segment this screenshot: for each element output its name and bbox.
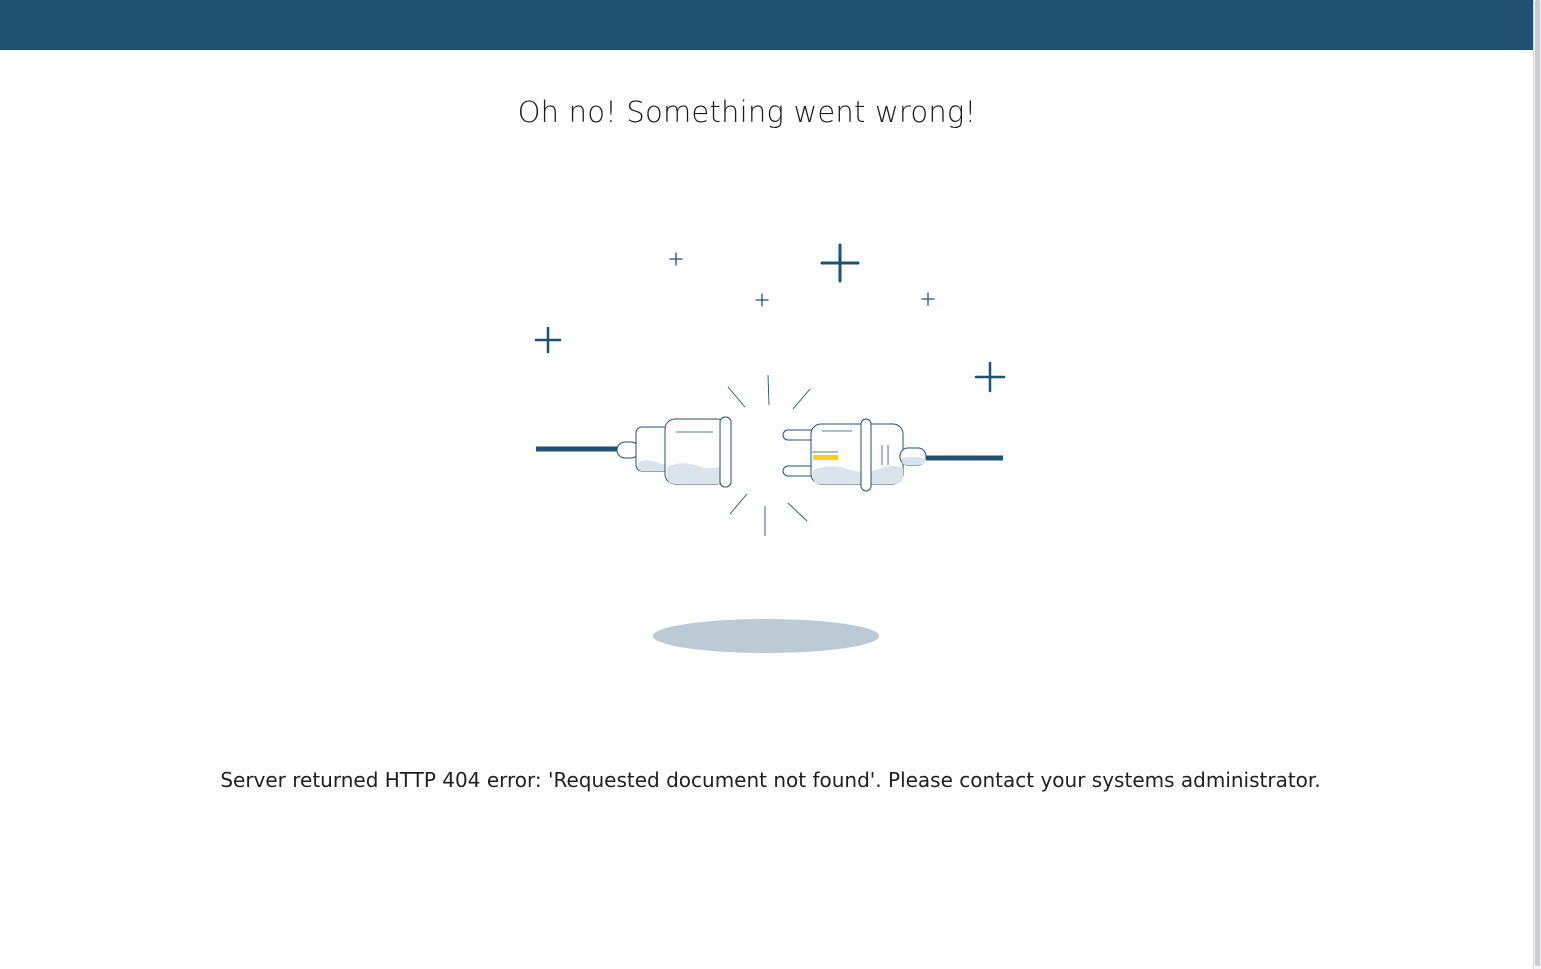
sparkle-icon <box>921 292 935 306</box>
error-message: Server returned HTTP 404 error: 'Request… <box>220 768 1321 792</box>
unplugged-cable-icon <box>534 243 1006 653</box>
top-header-bar <box>0 0 1533 50</box>
sparkle-icon <box>534 326 562 354</box>
scrollbar-thumb[interactable] <box>1535 0 1540 966</box>
sparkle-icon <box>974 361 1006 393</box>
shadow-ellipse <box>653 619 879 653</box>
unplugged-cable-illustration <box>520 230 1020 670</box>
left-plug-icon <box>616 416 732 488</box>
sparkle-icon <box>755 293 769 307</box>
sparkle-icon <box>669 252 683 266</box>
spark-rays-icon <box>727 374 811 536</box>
right-plug-icon <box>782 418 927 492</box>
page-title: Oh no! Something went wrong! <box>517 95 977 129</box>
sparkle-icon <box>820 243 860 283</box>
